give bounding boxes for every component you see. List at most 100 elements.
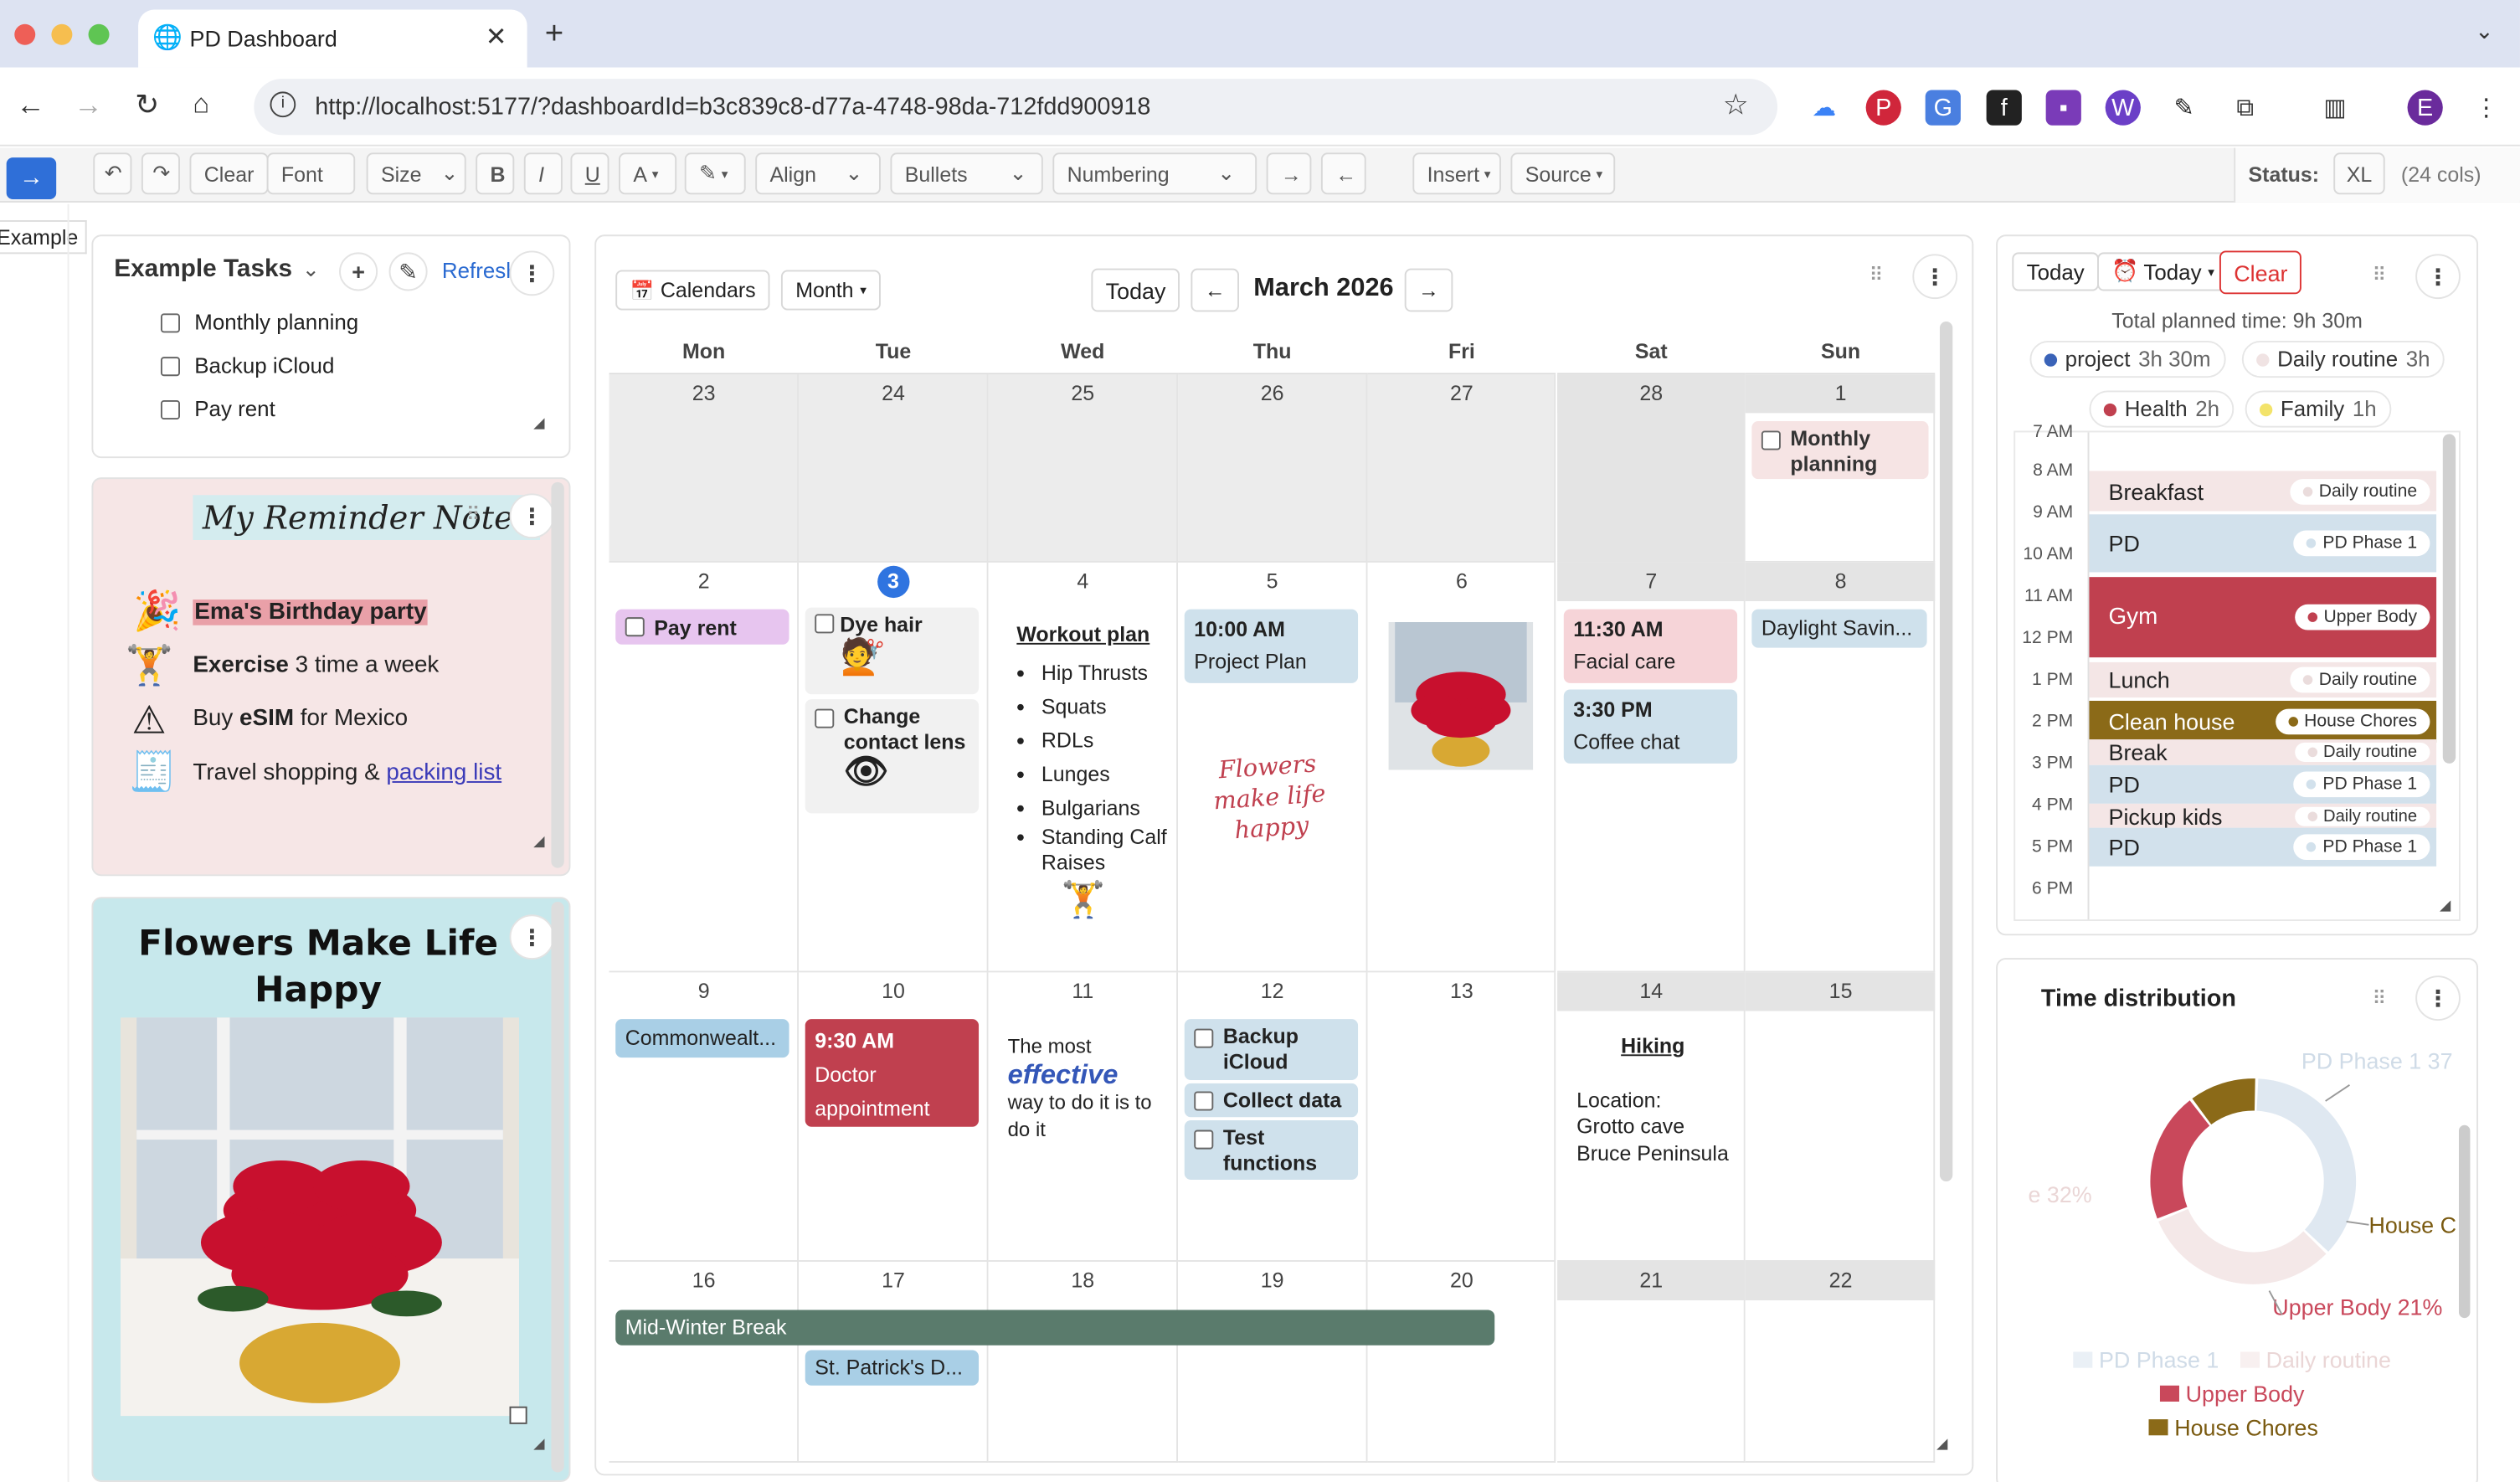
notes-scrollbar[interactable] — [551, 481, 564, 868]
url-field[interactable]: i http://localhost:5177/?dashboardId=b3c… — [254, 79, 1778, 136]
edit-pencil-icon[interactable]: ✎ — [388, 252, 428, 291]
event-hiking[interactable]: Hiking Location: Grotto cave Bruce Peninsu… — [1576, 1033, 1729, 1166]
event-workout-plan[interactable]: Workout plan Hip ThrustsSquatsRDLsLunges… — [996, 622, 1170, 921]
status-size-badge[interactable]: XL — [2333, 152, 2385, 195]
event-project-plan[interactable]: 10:00 AM Project Plan — [1184, 609, 1359, 683]
resize-handle-icon[interactable]: ◢ — [2440, 897, 2451, 914]
bold-button[interactable]: B — [476, 152, 515, 195]
drag-handle-icon[interactable]: ⠿ — [2372, 987, 2386, 1010]
outdent-icon[interactable]: ← — [1320, 152, 1366, 195]
timeline-block[interactable]: Gym Upper Body — [2089, 577, 2437, 658]
timeline-block[interactable]: Lunch Daily routine — [2089, 661, 2437, 698]
timeline-block[interactable]: PD PD Phase 1 — [2089, 514, 2437, 573]
new-tab-button[interactable]: + — [545, 16, 563, 53]
clear-format-button[interactable]: Clear — [189, 152, 269, 195]
category-chip-family[interactable]: Family 1h — [2245, 390, 2391, 428]
event-checkbox[interactable] — [1761, 430, 1781, 450]
flowers-scrollbar[interactable] — [551, 901, 564, 1473]
timeline-block[interactable]: Breakfast Daily routine — [2089, 471, 2437, 512]
align-select[interactable]: Align ⌄ — [755, 152, 881, 195]
indent-icon[interactable]: → — [1266, 152, 1312, 195]
timeline-scrollbar[interactable] — [2442, 434, 2456, 764]
event-dye-hair[interactable]: Dye hair 💇 — [805, 607, 980, 695]
calendar-scrollbar[interactable] — [1939, 321, 1953, 1181]
timeline-block[interactable]: Pickup kids Daily routine — [2089, 803, 2437, 829]
event-change-lens[interactable]: Change contact lens 👁 — [805, 699, 980, 814]
distribution-menu-icon[interactable]: ⋮ — [2415, 975, 2461, 1021]
donut-slice[interactable] — [2158, 1208, 2327, 1284]
next-month-icon[interactable]: → — [1404, 268, 1453, 312]
timeline-block[interactable]: Clean house House Chores — [2089, 700, 2437, 743]
numbering-select[interactable]: Numbering ⌄ — [1052, 152, 1257, 195]
legend-label[interactable]: House Chores — [2174, 1415, 2318, 1440]
font-color-button[interactable]: A ▾ — [619, 152, 677, 195]
pinterest-extension-icon[interactable]: P — [1865, 90, 1901, 126]
timeline-block[interactable]: PD PD Phase 1 — [2089, 827, 2437, 867]
font-select[interactable]: Font — [266, 152, 356, 195]
legend-label[interactable]: Upper Body — [2186, 1382, 2305, 1407]
cloud-extension-icon[interactable]: ☁ — [1807, 90, 1842, 126]
task-item[interactable]: Pay rent — [160, 397, 275, 421]
highlight-pen-icon[interactable]: ✎ ▾ — [684, 152, 746, 195]
close-window-button[interactable] — [14, 23, 36, 45]
event-monthly-planning[interactable]: Monthly planning — [1751, 420, 1929, 480]
timeline-block[interactable]: PD PD Phase 1 — [2089, 764, 2437, 804]
planner-date-select[interactable]: ⏰ Today ▾ — [2097, 252, 2229, 291]
eyedropper-icon[interactable]: ✎ — [2167, 90, 2202, 126]
task-checkbox[interactable] — [160, 312, 180, 332]
event-test-functions[interactable]: Test functions — [1184, 1120, 1359, 1181]
dashboard-tab-example[interactable]: Example — [0, 219, 86, 255]
refresh-link[interactable]: Refresh — [442, 259, 510, 283]
event-coffee-chat[interactable]: 3:30 PM Coffee chat — [1563, 689, 1738, 764]
maximize-window-button[interactable] — [88, 23, 110, 45]
drag-handle-icon[interactable]: ⠿ — [466, 503, 481, 526]
insert-menu[interactable]: Insert ▾ — [1412, 152, 1501, 195]
home-icon[interactable]: ⌂ — [193, 89, 209, 121]
event-checkbox[interactable] — [625, 617, 645, 637]
minimize-window-button[interactable] — [51, 23, 73, 45]
timeline-block[interactable]: Break Daily routine — [2089, 739, 2437, 765]
event-checkbox[interactable] — [815, 614, 835, 634]
event-checkbox[interactable] — [1194, 1130, 1214, 1150]
day-cell[interactable] — [609, 972, 799, 1262]
underline-button[interactable]: U — [570, 152, 609, 195]
translate-extension-icon[interactable]: G — [1925, 90, 1961, 126]
legend-label[interactable]: PD Phase 1 — [2099, 1348, 2219, 1373]
planner-clear-button[interactable]: Clear — [2219, 250, 2302, 295]
purple-extension-icon[interactable]: ▪ — [2045, 90, 2081, 126]
packing-list-link[interactable]: packing list — [386, 760, 501, 786]
event-checkbox[interactable] — [1194, 1028, 1214, 1048]
undo-icon[interactable]: ↶ — [93, 152, 132, 195]
planner-menu-icon[interactable]: ⋮ — [2415, 254, 2461, 300]
tasks-menu-icon[interactable]: ⋮ — [509, 250, 555, 296]
day-cell[interactable] — [1746, 972, 1936, 1262]
planner-today-button[interactable]: Today — [2012, 252, 2100, 291]
distribution-scrollbar[interactable] — [2458, 1124, 2471, 1319]
task-checkbox[interactable] — [160, 399, 180, 419]
site-info-icon[interactable]: i — [270, 91, 296, 118]
event-doctor-appointment[interactable]: 9:30 AM Doctor appointment — [805, 1019, 980, 1127]
today-button[interactable]: Today — [1091, 268, 1180, 312]
bullets-select[interactable]: Bullets ⌄ — [890, 152, 1043, 195]
forward-icon[interactable]: → — [74, 89, 103, 122]
event-st-patricks[interactable]: St. Patrick's D... — [805, 1350, 980, 1386]
category-chip-health[interactable]: Health 2h — [2089, 390, 2235, 428]
italic-button[interactable]: I — [523, 152, 563, 195]
bookmark-star-icon[interactable]: ☆ — [1723, 89, 1749, 122]
calendar-menu-icon[interactable]: ⋮ — [1912, 254, 1958, 300]
category-chip-daily-routine[interactable]: Daily routine 3h — [2241, 340, 2445, 378]
browser-tab[interactable]: 🌐 PD Dashboard ✕ — [138, 9, 527, 68]
event-pay-rent[interactable]: Pay rent — [615, 609, 789, 645]
drag-handle-icon[interactable]: ⠿ — [1869, 264, 1883, 286]
event-mid-winter-break[interactable]: Mid-Winter Break — [615, 1310, 1495, 1346]
tab-search-icon[interactable]: ⌄ — [2475, 18, 2494, 45]
resize-handle-icon[interactable]: ◢ — [1936, 1435, 1947, 1453]
calendars-button[interactable]: 📅 Calendars — [615, 270, 770, 311]
expand-sidebar-button[interactable]: → — [6, 157, 57, 200]
back-icon[interactable]: ← — [16, 89, 45, 122]
event-daylight-saving[interactable]: Daylight Savin... — [1751, 609, 1927, 648]
donut-slice[interactable] — [2150, 1100, 2210, 1219]
event-checkbox[interactable] — [1194, 1090, 1214, 1110]
resize-handle-icon[interactable]: ◢ — [533, 1435, 544, 1453]
close-tab-icon[interactable]: ✕ — [486, 21, 507, 53]
